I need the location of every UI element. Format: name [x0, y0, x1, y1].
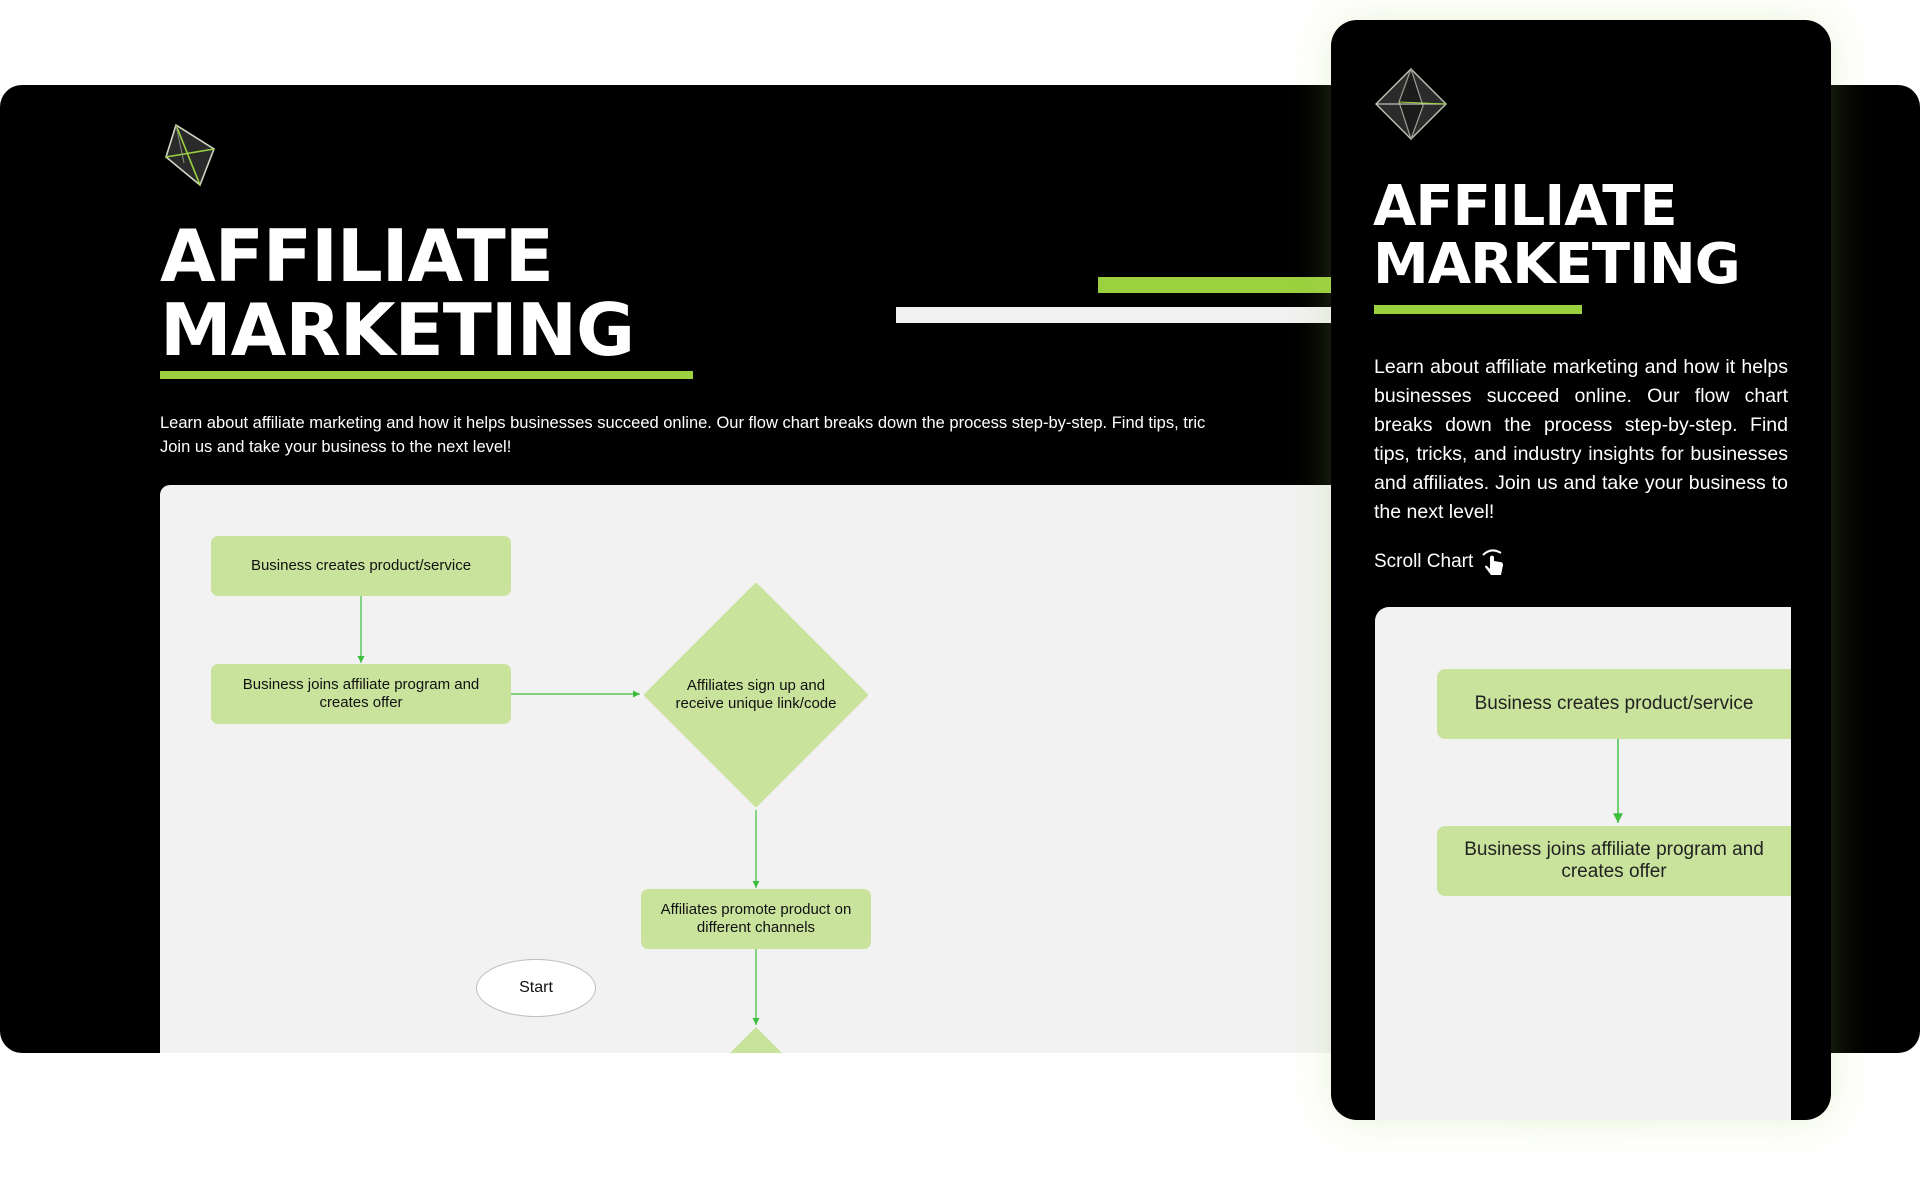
tap-hand-icon [1482, 549, 1504, 575]
mobile-flowchart-canvas[interactable]: Business creates product/service Busines… [1375, 607, 1791, 1120]
title-underline [1374, 305, 1582, 314]
node-label: Business creates product/service [250, 557, 472, 574]
page-description: Learn about affiliate marketing and how … [160, 411, 1340, 459]
node-business-creates[interactable]: Business creates product/service [1437, 669, 1791, 739]
scroll-chart-label: Scroll Chart [1374, 551, 1474, 572]
title-underline [160, 371, 693, 379]
scroll-chart-hint[interactable]: Scroll Chart [1374, 547, 1507, 577]
mobile-preview: AFFILIATE MARKETING Learn about affiliat… [1331, 20, 1831, 1120]
description-line-1: Learn about affiliate marketing and how … [160, 414, 1206, 432]
node-business-joins[interactable]: Business joins affiliate program and cre… [211, 664, 511, 724]
page-title: AFFILIATE MARKETING [160, 214, 635, 372]
flowchart-canvas[interactable]: Business creates product/service Busines… [160, 485, 1420, 1053]
description-line-2: Join us and take your business to the ne… [160, 438, 512, 456]
title-line-1: AFFILIATE [160, 214, 554, 298]
title-line-2: MARKETING [1373, 232, 1741, 297]
title-line-1: AFFILIATE [1373, 174, 1678, 239]
node-label: Business joins affiliate program and cre… [242, 676, 480, 711]
node-business-creates[interactable]: Business creates product/service [211, 536, 511, 596]
octahedron-logo-icon [1375, 67, 1447, 141]
node-label: Business joins affiliate program and cre… [1464, 839, 1764, 882]
node-start[interactable]: Start [476, 959, 596, 1017]
node-business-joins[interactable]: Business joins affiliate program and cre… [1437, 826, 1791, 896]
title-line-2: MARKETING [160, 288, 635, 372]
decision-diamond-partial [730, 1027, 782, 1053]
node-label: Business creates product/service [1474, 693, 1754, 714]
node-affiliates-promote[interactable]: Affiliates promote product on different … [641, 889, 871, 949]
decision-label-container: Affiliates sign up and receive unique li… [644, 583, 868, 807]
mobile-page-description: Learn about affiliate marketing and how … [1374, 356, 1788, 523]
node-label: Affiliates sign up and receive unique li… [675, 677, 837, 712]
mobile-page-title: AFFILIATE MARKETING [1373, 174, 1741, 297]
node-label: Affiliates promote product on different … [660, 901, 852, 936]
decorative-bar-white [896, 307, 1356, 323]
node-affiliates-sign-up[interactable]: Affiliates sign up and receive unique li… [644, 583, 868, 807]
decorative-bar-green [1098, 277, 1338, 293]
octahedron-logo-icon [165, 123, 215, 187]
node-label: Start [519, 979, 553, 996]
